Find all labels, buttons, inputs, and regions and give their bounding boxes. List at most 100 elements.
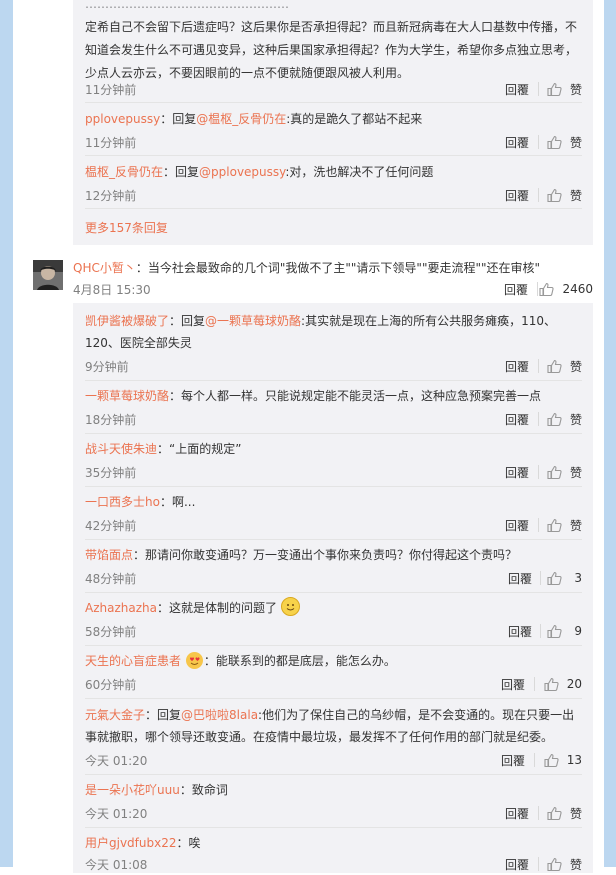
reply-username[interactable]: 天生的心盲症患者 [85,654,181,668]
reply-text: ：那请问你敢变通吗？万一变通出个事你来负责吗？你付得起这个责吗？ [133,548,518,562]
reply-text-truncated: …………………………………………… 定希自己不会留下后遗症吗？这后果你是否承担得… [85,0,583,85]
like-button[interactable]: 赞 [547,514,582,536]
like-button[interactable]: 赞 [547,853,582,875]
thumb-up-icon [539,282,555,297]
divider [540,624,541,638]
reply-time: 48分钟前 [85,572,137,586]
reply-username[interactable]: 榅枢_反骨仍在 [85,165,163,179]
reply-mention[interactable]: @pplovepussy [199,165,285,179]
window-edge-left [0,0,13,867]
like-button[interactable]: 13 [544,749,582,771]
divider [85,827,582,828]
like-button[interactable]: 赞 [547,355,582,377]
main-comment: QHC小暂丶：当今社会最致命的几个词"我做不了主""请示下领导""要走流程""还… [73,260,540,276]
reply-time: 今天 01:20 [85,754,148,768]
like-button[interactable]: 20 [544,673,582,695]
reply-item: 战斗天使朱迪：“上面的规定” [85,438,583,460]
thumb-up-icon [547,571,562,586]
reply-separator: ：回复 [145,708,182,722]
reply-text-continued: 120、医院全部失灵 [85,336,192,350]
reply-item: 榅枢_反骨仍在：回复@pplovepussy:对，洗也解决不了任何问题 [85,161,583,183]
divider [534,677,535,691]
like-button[interactable]: 2460 [539,280,593,298]
reply-username[interactable]: 用户gjvdfubx22 [85,836,177,850]
reply-username[interactable]: pplovepussy [85,112,160,126]
like-button[interactable]: 3 [547,567,582,589]
thumb-up-icon [547,518,562,533]
comment-meta: 4月8日 15:30 回覆 2460 [73,280,593,298]
reply-time: 18分钟前 [85,413,137,427]
divider [85,774,582,775]
like-count: 赞 [569,465,582,480]
reply-username[interactable]: 是一朵小花吖uuu [85,783,180,797]
like-button[interactable]: 赞 [547,461,582,483]
reply-mention[interactable]: @一颗草莓球奶酪 [205,314,301,328]
reply-username[interactable]: 元氣大金子 [85,708,145,722]
comment-text: ：当今社会最致命的几个词"我做不了主""请示下领导""要走流程""还在审核" [135,261,541,275]
divider [85,155,582,156]
like-button[interactable]: 赞 [547,408,582,430]
reply-item: Azhazhazha：这就是体制的问题了 [85,597,583,619]
like-count: 赞 [569,135,582,150]
divider [85,486,582,487]
divider [538,806,539,820]
reply-meta: 58分钟前 回覆 9 [85,620,582,642]
reply-button[interactable]: 回覆 [508,570,532,587]
reply-username[interactable]: 一口西多士ho [85,495,160,509]
reply-text: ：唉 [176,836,201,850]
reply-button[interactable]: 回覆 [504,281,528,298]
reply-separator: ：回复 [169,314,206,328]
like-count: 赞 [569,359,582,374]
divider [85,698,582,699]
reply-time: 今天 01:20 [85,807,148,821]
reply-button[interactable]: 回覆 [505,134,529,151]
reply-button[interactable]: 回覆 [501,752,525,769]
reply-time: 11分钟前 [85,136,137,150]
reply-separator: ：回复 [160,112,197,126]
comment-username[interactable]: QHC小暂丶 [73,261,136,275]
like-button[interactable]: 赞 [547,131,582,153]
reply-username[interactable]: 凯伊酱被爆破了 [85,314,169,328]
reply-time: 42分钟前 [85,519,137,533]
reply-username[interactable]: Azhazhazha [85,601,157,615]
reply-button[interactable]: 回覆 [508,623,532,640]
reply-item: 一颗草莓球奶酪：每个人都一样。只能说规定能不能灵活一点，这种应急预案完善一点 [85,385,583,407]
reply-mention[interactable]: @榅枢_反骨仍在 [196,112,286,126]
like-button[interactable]: 赞 [547,78,582,100]
thumb-up-icon [547,188,562,203]
reply-button[interactable]: 回覆 [505,358,529,375]
reply-button[interactable]: 回覆 [505,464,529,481]
like-button[interactable]: 9 [547,620,582,642]
reply-button[interactable]: 回覆 [505,517,529,534]
divider [537,282,538,296]
like-count: 赞 [569,857,582,872]
reply-button[interactable]: 回覆 [505,856,529,873]
smile-emoji-icon [280,597,300,616]
reply-username[interactable]: 战斗天使朱迪 [85,442,157,456]
reply-item: 是一朵小花吖uuu：致命词 [85,779,583,801]
reply-button[interactable]: 回覆 [505,81,529,98]
reply-button[interactable]: 回覆 [505,805,529,822]
thumb-up-icon [547,806,562,821]
reply-button[interactable]: 回覆 [505,411,529,428]
like-button[interactable]: 赞 [547,802,582,824]
reply-username[interactable]: 一颗草莓球奶酪 [85,389,169,403]
reply-button[interactable]: 回覆 [501,676,525,693]
reply-time: 58分钟前 [85,625,137,639]
reply-text-continued: 事就撤职，哪个领导还敢变通。在疫情中最垃圾，最发挥不了任何作用的部门就是纪委。 [85,730,554,744]
reply-text: ：每个人都一样。只能说规定能不能灵活一点，这种应急预案完善一点 [169,389,542,403]
reply-meta: 12分钟前 回覆 赞 [85,184,582,206]
like-count: 9 [574,624,582,638]
reply-text: :对，洗也解决不了任何问题 [285,165,434,179]
reply-button[interactable]: 回覆 [505,187,529,204]
avatar[interactable] [33,260,63,290]
reply-mention[interactable]: @巴啦啦8lala [181,708,258,722]
divider [85,592,582,593]
reply-username[interactable]: 带馅面点 [85,548,133,562]
reply-text: :真的是跪久了都站不起来 [286,112,423,126]
like-count: 赞 [569,806,582,821]
like-button[interactable]: 赞 [547,184,582,206]
reply-text-line-2: 知道会发生什么不可遇见变异，这种后果国家承担得起？作为大学生，希望你多点独立思考… [85,43,578,57]
more-replies-link[interactable]: 更多157条回复 [85,219,168,236]
reply-time: 60分钟前 [85,678,137,692]
